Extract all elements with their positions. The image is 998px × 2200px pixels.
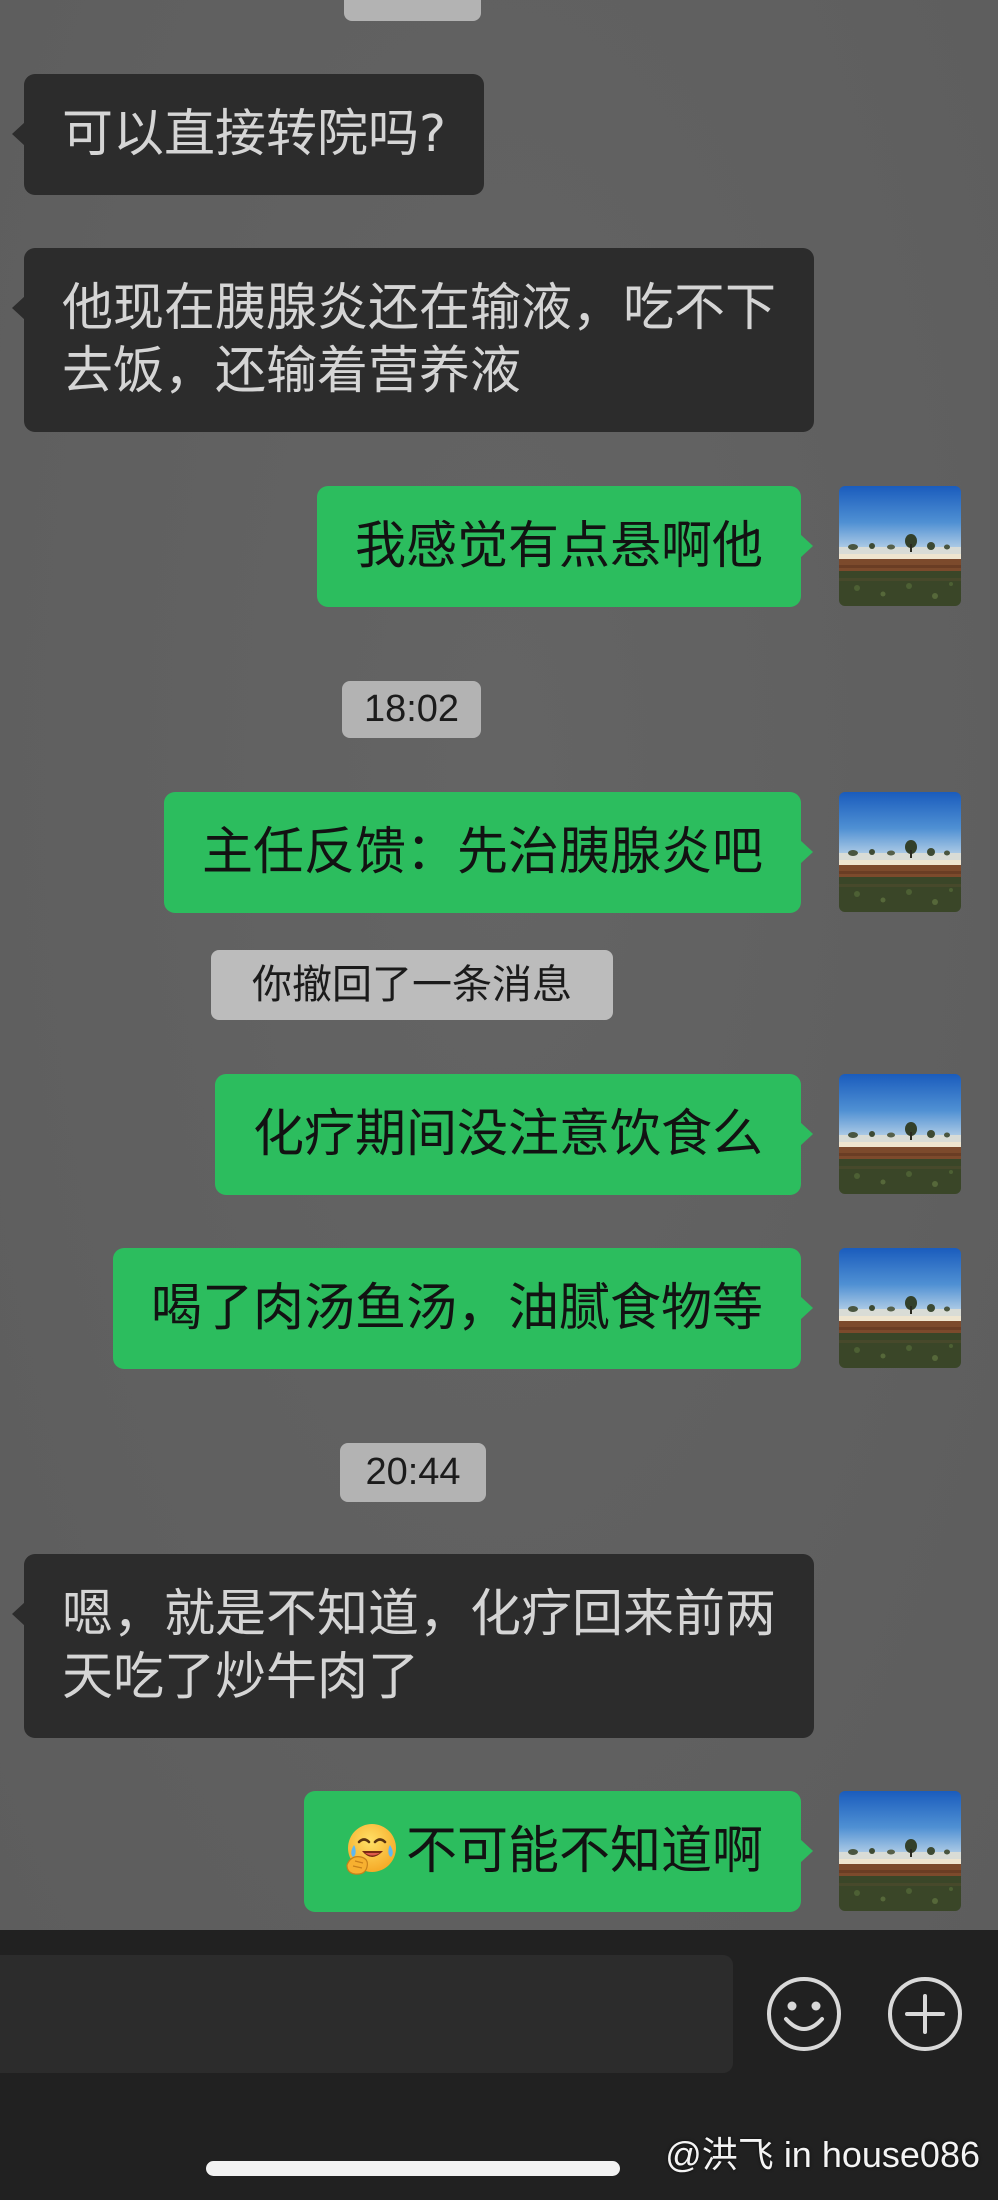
recall-notice[interactable]: 你撤回了一条消息 xyxy=(211,950,613,1020)
message-input[interactable] xyxy=(0,1955,733,2073)
message-bubble-sent[interactable]: 喝了肉汤鱼汤，油腻食物等 xyxy=(112,1248,814,1369)
chat-area[interactable]: 可以直接转院吗? 他现在胰腺炎还在输液，吃不下 去饭，还输着营养液 我感觉有点悬… xyxy=(0,0,998,1930)
message-text: 去饭，还输着营养液 xyxy=(62,342,522,401)
message-bubble-received[interactable]: 他现在胰腺炎还在输液，吃不下 去饭，还输着营养液 xyxy=(11,248,815,432)
home-indicator xyxy=(206,2161,620,2176)
avatar[interactable] xyxy=(839,486,961,606)
avatar[interactable] xyxy=(839,1248,961,1368)
message-text: 他现在胰腺炎还在输液，吃不下 xyxy=(62,279,777,338)
message-text: 可以直接转院吗? xyxy=(62,105,447,164)
message-text: 天吃了炒牛肉了 xyxy=(62,1648,420,1707)
message-text: 主任反馈：先治胰腺炎吧 xyxy=(201,823,763,882)
message-text: 喝了肉汤鱼汤，油腻食物等 xyxy=(150,1279,763,1338)
facepalm-emoji-icon xyxy=(343,1821,399,1877)
message-text: 嗯，就是不知道，化疗回来前两 xyxy=(62,1585,777,1644)
avatar[interactable] xyxy=(839,1074,961,1194)
timestamp xyxy=(344,0,481,21)
smiley-icon xyxy=(767,1977,841,2051)
more-button[interactable] xyxy=(886,1975,964,2053)
timestamp: 18:02 xyxy=(342,681,481,738)
message-text: 化疗期间没注意饮食么 xyxy=(252,1105,763,1164)
avatar[interactable] xyxy=(839,1791,961,1911)
plus-circle-icon xyxy=(888,1977,962,2051)
watermark: @洪飞 in house086 xyxy=(665,2134,980,2175)
message-text: 不可能不知道啊 xyxy=(405,1822,763,1881)
avatar[interactable] xyxy=(839,792,961,912)
message-bubble-sent[interactable]: 我感觉有点悬啊他 xyxy=(316,486,814,607)
message-bubble-received[interactable]: 嗯，就是不知道，化疗回来前两 天吃了炒牛肉了 xyxy=(11,1554,815,1738)
message-bubble-sent[interactable]: 不可能不知道啊 xyxy=(303,1791,814,1912)
message-bubble-sent[interactable]: 化疗期间没注意饮食么 xyxy=(214,1074,814,1195)
message-bubble-received[interactable]: 可以直接转院吗? xyxy=(11,74,485,195)
emoji-button[interactable] xyxy=(765,1975,843,2053)
message-bubble-sent[interactable]: 主任反馈：先治胰腺炎吧 xyxy=(163,792,814,913)
message-text: 我感觉有点悬啊他 xyxy=(354,517,763,576)
timestamp: 20:44 xyxy=(340,1443,486,1502)
